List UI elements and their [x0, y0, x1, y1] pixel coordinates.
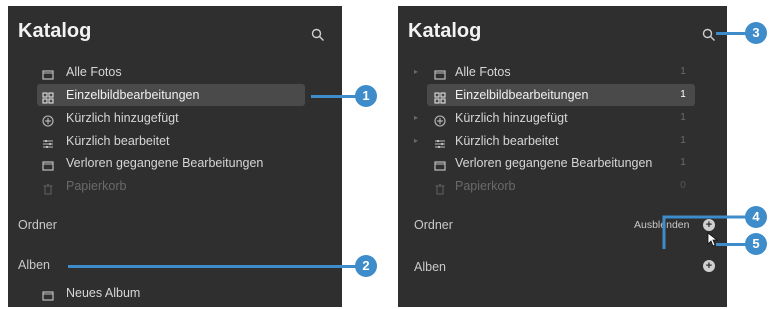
catalog-item-label: Papierkorb — [455, 179, 516, 193]
catalog-item-label: Verloren gegangene Bearbeitungen — [455, 156, 653, 170]
catalog-item-trash[interactable]: Papierkorb 0 — [414, 175, 696, 197]
photos-icon — [434, 66, 446, 80]
callout-4-badge: 4 — [745, 206, 767, 228]
catalog-item-single-edits[interactable]: Einzelbildbearbeitungen 1 — [427, 84, 695, 106]
catalog-item-lost-edits[interactable]: Verloren gegangene Bearbeitungen 1 — [414, 152, 696, 174]
catalog-item-label: Einzelbildbearbeitungen — [66, 88, 200, 102]
catalog-item-label: Alle Fotos — [66, 65, 122, 79]
sliders-icon — [42, 135, 54, 148]
catalog-item-label: Kürzlich bearbeitet — [66, 134, 170, 148]
catalog-title: Katalog — [18, 20, 92, 42]
catalog-title: Katalog — [408, 20, 482, 42]
callout-3-line — [716, 32, 746, 35]
catalog-panel-left: Katalog Alle Fotos Einzelbildbearbeitung… — [8, 6, 342, 307]
callout-1-badge: 1 — [355, 85, 377, 107]
catalog-item-trash[interactable]: Papierkorb — [42, 175, 312, 197]
new-album-label: Neues Album — [66, 286, 141, 300]
item-count: 0 — [680, 180, 686, 191]
search-icon[interactable] — [311, 28, 325, 42]
add-album-button[interactable]: + — [703, 260, 715, 272]
new-album-item[interactable]: Neues Album — [42, 282, 312, 304]
chevron-right-icon[interactable]: ▸ — [414, 130, 422, 152]
catalog-item-recently-edited[interactable]: ▸ Kürzlich bearbeitet 1 — [414, 130, 696, 152]
catalog-item-label: Einzelbildbearbeitungen — [455, 88, 589, 102]
catalog-item-single-edits[interactable]: Einzelbildbearbeitungen — [37, 84, 305, 106]
plus-circle-icon — [434, 112, 446, 127]
search-icon[interactable] — [702, 28, 716, 42]
chevron-right-icon[interactable]: ▸ — [414, 107, 422, 129]
item-count: 1 — [680, 89, 686, 100]
photos-icon — [42, 157, 54, 171]
callout-3-badge: 3 — [745, 22, 767, 44]
callout-2-line — [68, 265, 356, 268]
item-count: 1 — [680, 157, 686, 168]
item-count: 1 — [680, 112, 686, 123]
catalog-item-lost-edits[interactable]: Verloren gegangene Bearbeitungen — [42, 152, 312, 174]
catalog-item-recently-added[interactable]: Kürzlich hinzugefügt — [42, 107, 312, 129]
plus-circle-icon — [42, 112, 54, 127]
catalog-item-label: Kürzlich hinzugefügt — [455, 111, 568, 125]
callout-5-badge: 5 — [745, 233, 767, 255]
catalog-item-recently-edited[interactable]: Kürzlich bearbeitet — [42, 130, 312, 152]
grid-icon — [434, 89, 446, 104]
folders-section-header[interactable]: Ordner — [414, 218, 453, 232]
item-count: 1 — [680, 66, 686, 77]
photos-icon — [42, 66, 54, 80]
catalog-item-label: Alle Fotos — [455, 65, 511, 79]
callout-5-line — [716, 243, 746, 246]
callout-4-line — [662, 215, 746, 249]
albums-section-header[interactable]: Alben — [18, 258, 50, 272]
folders-section-header[interactable]: Ordner — [18, 218, 57, 232]
albums-section-header[interactable]: Alben — [414, 260, 446, 274]
trash-icon — [434, 180, 446, 195]
catalog-item-recently-added[interactable]: ▸ Kürzlich hinzugefügt 1 — [414, 107, 696, 129]
callout-2-badge: 2 — [355, 255, 377, 277]
trash-icon — [42, 180, 54, 195]
photos-icon — [434, 157, 446, 171]
catalog-item-label: Kürzlich bearbeitet — [455, 134, 559, 148]
callout-1-line — [311, 95, 356, 98]
catalog-item-label: Verloren gegangene Bearbeitungen — [66, 156, 264, 170]
item-count: 1 — [680, 135, 686, 146]
catalog-panel-right: Katalog ▸ Alle Fotos 1 Einzelbildbearbei… — [398, 6, 727, 307]
catalog-item-all-photos[interactable]: Alle Fotos — [42, 61, 312, 83]
album-icon — [42, 287, 54, 301]
chevron-right-icon[interactable]: ▸ — [414, 61, 422, 83]
grid-icon — [42, 89, 54, 104]
catalog-item-label: Papierkorb — [66, 179, 127, 193]
catalog-item-label: Kürzlich hinzugefügt — [66, 111, 179, 125]
sliders-icon — [434, 135, 446, 148]
catalog-item-all-photos[interactable]: ▸ Alle Fotos 1 — [414, 61, 696, 83]
